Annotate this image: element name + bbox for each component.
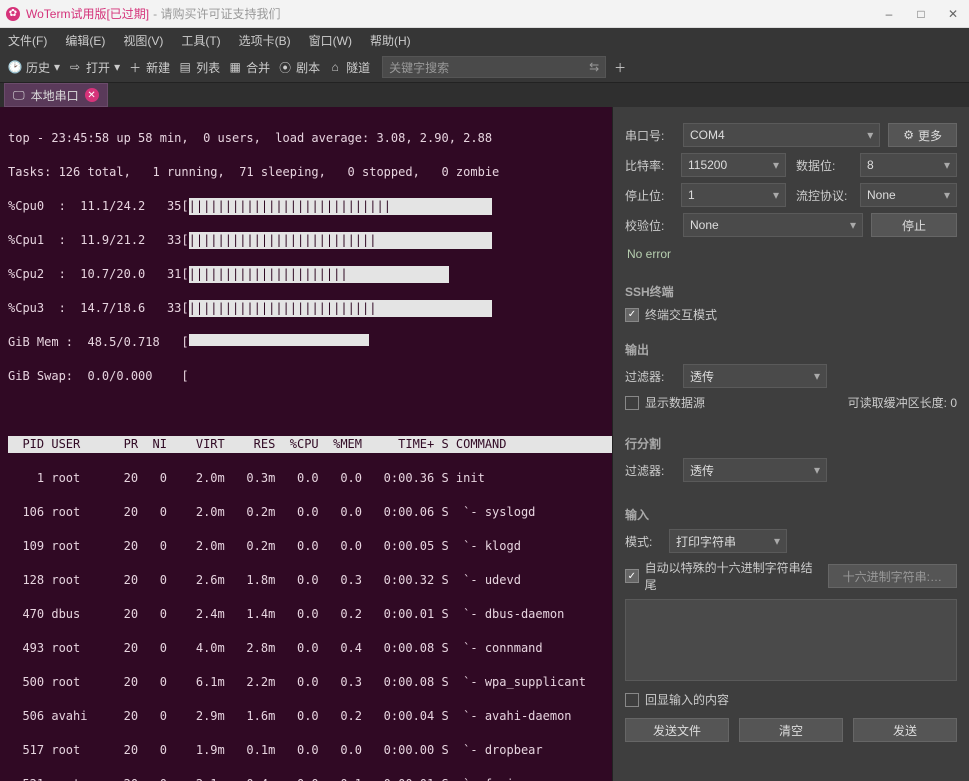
tunnel-icon: ⌂ xyxy=(328,60,342,74)
linesplit-section: 行分割 xyxy=(625,435,957,452)
databits-select[interactable]: 8 xyxy=(860,153,957,177)
merge-button[interactable]: ▦合并 xyxy=(228,59,270,76)
baud-select[interactable]: 115200 xyxy=(681,153,786,177)
script-button[interactable]: ⦿剧本 xyxy=(278,59,320,76)
menu-file[interactable]: 文件(F) xyxy=(8,32,47,49)
flow-select[interactable]: None xyxy=(860,183,957,207)
ssh-section: SSH终端 xyxy=(625,283,957,300)
process-row: 109 root 20 0 2.0m 0.2m 0.0 0.0 0:00.05 … xyxy=(8,538,604,555)
script-icon: ⦿ xyxy=(278,59,292,76)
titlebar: ✿ WoTerm 试用版[已过期] - 请购买许可证支持我们 – □ ✕ xyxy=(0,0,969,28)
filter-label: 过滤器: xyxy=(625,368,675,385)
tasks-summary: Tasks: 126 total, 1 running, 71 sleeping… xyxy=(8,164,604,181)
show-source-checkbox[interactable]: 显示数据源 xyxy=(625,394,705,411)
input-section: 输入 xyxy=(625,506,957,523)
process-row: 500 root 20 0 6.1m 2.2m 0.0 0.3 0:00.08 … xyxy=(8,674,604,691)
top-summary: top - 23:45:58 up 58 min, 0 users, load … xyxy=(8,130,604,147)
baud-label: 比特率: xyxy=(625,157,675,174)
process-row: 128 root 20 0 2.6m 1.8m 0.0 0.3 0:00.32 … xyxy=(8,572,604,589)
minimize-button[interactable]: – xyxy=(873,0,905,27)
list-icon: ▤ xyxy=(178,60,192,74)
send-textarea[interactable] xyxy=(625,599,957,681)
clear-button[interactable]: 清空 xyxy=(739,718,843,742)
toolbar: 🕑历史 ▾ ⇨打开 ▾ ＋新建 ▤列表 ▦合并 ⦿剧本 ⌂隧道 关键字搜索⇆ ＋ xyxy=(0,52,969,83)
menubar: 文件(F) 编辑(E) 视图(V) 工具(T) 选项卡(B) 窗口(W) 帮助(… xyxy=(0,28,969,52)
clock-icon: 🕑 xyxy=(8,60,22,74)
hex-string-field[interactable]: 十六进制字符串:… xyxy=(828,564,957,588)
port-select[interactable]: COM4 xyxy=(683,123,880,147)
plus-icon: ＋ xyxy=(128,59,142,76)
auto-hex-suffix-checkbox[interactable]: ✓ 自动以特殊的十六进制字符串结尾 xyxy=(625,559,820,593)
check-icon: ✓ xyxy=(625,308,639,322)
maximize-button[interactable]: □ xyxy=(905,0,937,27)
menu-tools[interactable]: 工具(T) xyxy=(181,32,220,49)
stopbits-select[interactable]: 1 xyxy=(681,183,786,207)
check-icon xyxy=(625,693,639,707)
output-section: 输出 xyxy=(625,341,957,358)
tab-label: 本地串口 xyxy=(31,87,79,104)
menu-view[interactable]: 视图(V) xyxy=(123,32,163,49)
menu-tabs[interactable]: 选项卡(B) xyxy=(239,32,291,49)
process-header: PID USER PR NI VIRT RES %CPU %MEM TIME+ … xyxy=(8,436,612,453)
port-label: 串口号: xyxy=(625,127,675,144)
merge-icon: ▦ xyxy=(228,60,242,74)
menu-window[interactable]: 窗口(W) xyxy=(309,32,352,49)
process-row: 521 root 20 0 2.1m 0.4m 0.0 0.1 0:00.01 … xyxy=(8,776,604,781)
gear-icon: ⚙ xyxy=(903,128,914,142)
swap-icon: ⇆ xyxy=(589,60,599,74)
app-icon: ✿ xyxy=(6,7,20,21)
buffer-length-value: 0 xyxy=(950,396,957,410)
buffer-length-label: 可读取缓冲区长度: xyxy=(848,396,947,410)
keyword-search-input[interactable]: 关键字搜索⇆ xyxy=(382,56,606,78)
ssh-interactive-checkbox[interactable]: ✓ 终端交互模式 xyxy=(625,306,957,323)
mode-label: 模式: xyxy=(625,533,661,550)
check-icon: ✓ xyxy=(625,569,639,583)
app-subtitle: - 请购买许可证支持我们 xyxy=(153,5,280,22)
process-row: 506 avahi 20 0 2.9m 1.6m 0.0 0.2 0:00.04… xyxy=(8,708,604,725)
process-row: 1 root 20 0 2.0m 0.3m 0.0 0.0 0:00.36 S … xyxy=(8,470,604,487)
stopbits-label: 停止位: xyxy=(625,187,675,204)
stop-button[interactable]: 停止 xyxy=(871,213,957,237)
share-icon: ⇨ xyxy=(68,60,82,74)
process-row: 493 root 20 0 4.0m 2.8m 0.0 0.4 0:00.08 … xyxy=(8,640,604,657)
new-button[interactable]: ＋新建 xyxy=(128,59,170,76)
output-filter-select[interactable]: 透传 xyxy=(683,364,827,388)
process-row: 106 root 20 0 2.0m 0.2m 0.0 0.0 0:00.06 … xyxy=(8,504,604,521)
send-button[interactable]: 发送 xyxy=(853,718,957,742)
more-button[interactable]: ⚙更多 xyxy=(888,123,957,147)
close-tab-button[interactable]: ✕ xyxy=(85,88,99,102)
process-row: 470 dbus 20 0 2.4m 1.4m 0.0 0.2 0:00.01 … xyxy=(8,606,604,623)
check-icon xyxy=(625,396,639,410)
serial-config-panel: 串口号: COM4 ⚙更多 比特率: 115200 数据位: 8 停止位: 1 … xyxy=(612,107,969,781)
app-title: WoTerm xyxy=(26,7,70,21)
monitor-icon: 🖵 xyxy=(13,88,25,103)
close-window-button[interactable]: ✕ xyxy=(937,0,969,27)
filter2-label: 过滤器: xyxy=(625,462,675,479)
search-add-button[interactable]: ＋ xyxy=(614,59,626,76)
flow-label: 流控协议: xyxy=(796,187,854,204)
menu-edit[interactable]: 编辑(E) xyxy=(65,32,105,49)
process-row: 517 root 20 0 1.9m 0.1m 0.0 0.0 0:00.00 … xyxy=(8,742,604,759)
status-text: No error xyxy=(625,243,957,265)
parity-select[interactable]: None xyxy=(683,213,863,237)
linesplit-filter-select[interactable]: 透传 xyxy=(683,458,827,482)
echo-input-checkbox[interactable]: 回显输入的内容 xyxy=(625,691,729,708)
send-file-button[interactable]: 发送文件 xyxy=(625,718,729,742)
history-button[interactable]: 🕑历史 ▾ xyxy=(8,59,60,76)
tunnel-button[interactable]: ⌂隧道 xyxy=(328,59,370,76)
input-mode-select[interactable]: 打印字符串 xyxy=(669,529,787,553)
menu-help[interactable]: 帮助(H) xyxy=(370,32,411,49)
tab-local-serial[interactable]: 🖵 本地串口 ✕ xyxy=(4,83,108,107)
parity-label: 校验位: xyxy=(625,217,675,234)
app-trial: 试用版[已过期] xyxy=(70,5,149,22)
tabstrip: 🖵 本地串口 ✕ xyxy=(0,83,969,107)
list-button[interactable]: ▤列表 xyxy=(178,59,220,76)
databits-label: 数据位: xyxy=(796,157,854,174)
terminal-output[interactable]: top - 23:45:58 up 58 min, 0 users, load … xyxy=(0,107,612,781)
open-button[interactable]: ⇨打开 ▾ xyxy=(68,59,120,76)
